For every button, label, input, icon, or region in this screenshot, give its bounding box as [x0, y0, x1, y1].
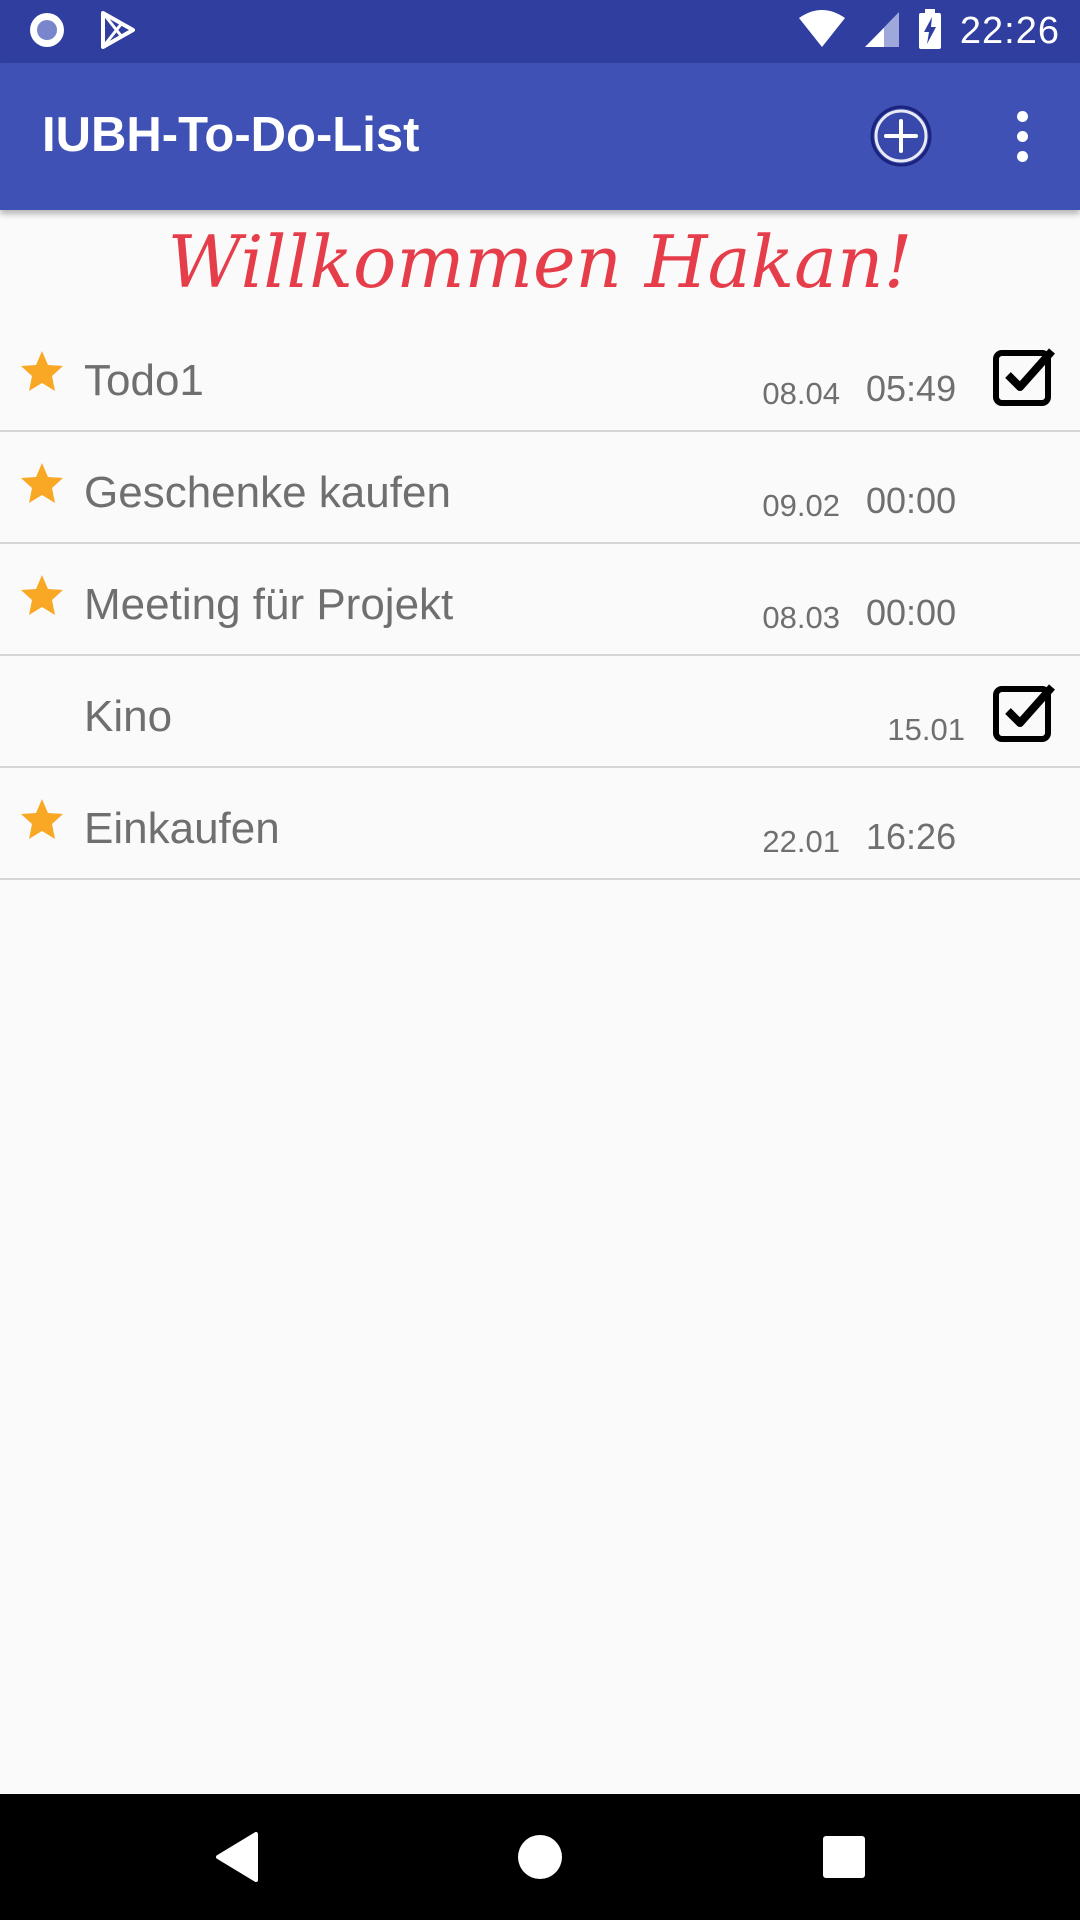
navigation-bar [0, 1794, 1080, 1920]
more-vert-dot [1016, 130, 1028, 142]
todo-title: Meeting für Projekt [84, 580, 454, 629]
checkbox-checked-icon[interactable] [992, 681, 1058, 743]
todo-time: 00:00 [866, 480, 957, 521]
play-store-icon [100, 10, 136, 54]
list-item[interactable]: Todo1 08.04 05:49 [0, 320, 1080, 432]
recents-icon [823, 1836, 865, 1878]
more-vert-icon [1016, 110, 1028, 122]
add-todo-button[interactable] [869, 104, 933, 168]
star-icon[interactable] [18, 460, 66, 508]
recents-button[interactable] [815, 1828, 873, 1886]
todo-time: 00:00 [866, 592, 957, 633]
todo-title: Geschenke kaufen [84, 468, 451, 517]
status-time: 22:26 [959, 9, 1060, 52]
todo-time: 16:26 [866, 816, 957, 857]
checkbox-checked-icon[interactable] [992, 345, 1058, 407]
todo-date: 09.02 [762, 488, 840, 523]
todo-date: 08.03 [762, 600, 840, 635]
todo-time: 05:49 [866, 368, 957, 409]
back-icon [216, 1832, 258, 1882]
list-item[interactable]: Einkaufen 22.01 16:26 [0, 768, 1080, 880]
todo-date: 22.01 [762, 824, 840, 859]
overflow-menu-button[interactable] [1002, 103, 1042, 169]
star-icon[interactable] [18, 572, 66, 620]
list-item[interactable]: Kino 15.01 [0, 656, 1080, 768]
todo-list: Todo1 08.04 05:49 Geschenke kaufen 09.02… [0, 320, 1080, 880]
status-bar: 22:26 [0, 0, 1080, 63]
list-item[interactable]: Meeting für Projekt 08.03 00:00 [0, 544, 1080, 656]
todo-date: 08.04 [762, 376, 840, 411]
back-button[interactable] [208, 1828, 266, 1886]
star-icon[interactable] [18, 796, 66, 844]
todo-title: Einkaufen [84, 804, 280, 853]
record-icon [28, 11, 66, 54]
home-button[interactable] [511, 1828, 569, 1886]
todo-title: Todo1 [84, 356, 204, 405]
screen: 22:26 IUBH-To-Do-List Willkommen Hakan! … [0, 0, 1080, 1920]
battery-charging-icon [918, 8, 942, 54]
status-right-icons: 22:26 [798, 8, 1060, 54]
app-title: IUBH-To-Do-List [42, 108, 420, 162]
list-item[interactable]: Geschenke kaufen 09.02 00:00 [0, 432, 1080, 544]
home-icon [518, 1835, 562, 1879]
cell-signal-icon [864, 10, 900, 53]
todo-title: Kino [84, 692, 173, 741]
more-vert-dot [1016, 150, 1028, 162]
todo-date: 15.01 [887, 712, 965, 747]
app-bar: IUBH-To-Do-List [0, 63, 1080, 210]
add-circle-icon [870, 105, 932, 167]
wifi-icon [798, 9, 846, 53]
welcome-message: Willkommen Hakan! [167, 220, 913, 304]
status-left-icons [28, 10, 136, 54]
star-icon[interactable] [18, 348, 66, 396]
